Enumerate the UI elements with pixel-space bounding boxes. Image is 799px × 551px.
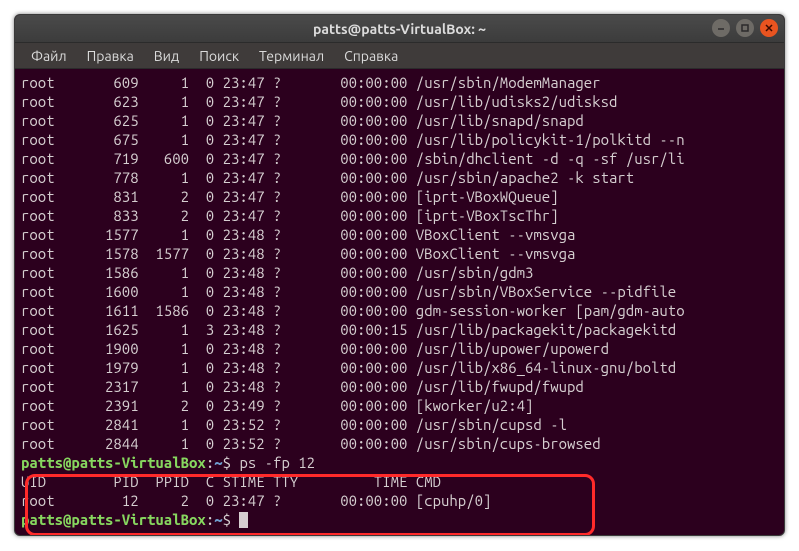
menu-terminal[interactable]: Терминал <box>251 46 332 66</box>
process-row: root 609 1 0 23:47 ? 00:00:00 /usr/sbin/… <box>21 73 778 92</box>
close-button[interactable] <box>760 19 778 37</box>
window-controls <box>712 19 778 37</box>
process-row: root 719 600 0 23:47 ? 00:00:00 /sbin/dh… <box>21 149 778 168</box>
maximize-button[interactable] <box>736 19 754 37</box>
process-row: root 831 2 0 23:47 ? 00:00:00 [iprt-VBox… <box>21 187 778 206</box>
process-row: root 1600 1 0 23:48 ? 00:00:00 /usr/sbin… <box>21 282 778 301</box>
process-row: root 2317 1 0 23:48 ? 00:00:00 /usr/lib/… <box>21 377 778 396</box>
menu-search[interactable]: Поиск <box>191 46 247 66</box>
window-title: patts@patts-VirtualBox: ~ <box>15 21 784 37</box>
process-row: root 833 2 0 23:47 ? 00:00:00 [iprt-VBox… <box>21 206 778 225</box>
process-row: root 625 1 0 23:47 ? 00:00:00 /usr/lib/s… <box>21 111 778 130</box>
terminal-output[interactable]: root 609 1 0 23:47 ? 00:00:00 /usr/sbin/… <box>15 69 784 529</box>
process-row: root 2391 2 0 23:49 ? 00:00:00 [kworker/… <box>21 396 778 415</box>
process-row: root 1577 1 0 23:48 ? 00:00:00 VBoxClien… <box>21 225 778 244</box>
prompt-line: patts@patts-VirtualBox:~$ <box>21 510 778 529</box>
menubar: Файл Правка Вид Поиск Терминал Справка <box>15 43 784 69</box>
process-row: root 1900 1 0 23:48 ? 00:00:00 /usr/lib/… <box>21 339 778 358</box>
menu-view[interactable]: Вид <box>146 46 187 66</box>
process-row: root 623 1 0 23:47 ? 00:00:00 /usr/lib/u… <box>21 92 778 111</box>
titlebar: patts@patts-VirtualBox: ~ <box>15 15 784 43</box>
menu-help[interactable]: Справка <box>336 46 406 66</box>
process-row: root 1586 1 0 23:48 ? 00:00:00 /usr/sbin… <box>21 263 778 282</box>
process-row: root 2841 1 0 23:52 ? 00:00:00 /usr/sbin… <box>21 415 778 434</box>
terminal-window: patts@patts-VirtualBox: ~ Файл Правка Ви… <box>14 14 785 536</box>
process-row: root 1979 1 0 23:48 ? 00:00:00 /usr/lib/… <box>21 358 778 377</box>
command-text: ps -fp 12 <box>239 454 315 471</box>
prompt-line: patts@patts-VirtualBox:~$ ps -fp 12 <box>21 453 778 472</box>
ps-header: UID PID PPID C STIME TTY TIME CMD <box>21 472 778 491</box>
menu-file[interactable]: Файл <box>23 46 75 66</box>
process-row: root 778 1 0 23:47 ? 00:00:00 /usr/sbin/… <box>21 168 778 187</box>
process-row: root 1625 1 3 23:48 ? 00:00:15 /usr/lib/… <box>21 320 778 339</box>
process-row: root 675 1 0 23:47 ? 00:00:00 /usr/lib/p… <box>21 130 778 149</box>
menu-edit[interactable]: Правка <box>79 46 142 66</box>
process-row: root 2844 1 0 23:52 ? 00:00:00 /usr/sbin… <box>21 434 778 453</box>
minimize-button[interactable] <box>712 19 730 37</box>
cursor <box>239 512 248 528</box>
process-row: root 12 2 0 23:47 ? 00:00:00 [cpuhp/0] <box>21 491 778 510</box>
process-row: root 1611 1586 0 23:48 ? 00:00:00 gdm-se… <box>21 301 778 320</box>
process-row: root 1578 1577 0 23:48 ? 00:00:00 VBoxCl… <box>21 244 778 263</box>
